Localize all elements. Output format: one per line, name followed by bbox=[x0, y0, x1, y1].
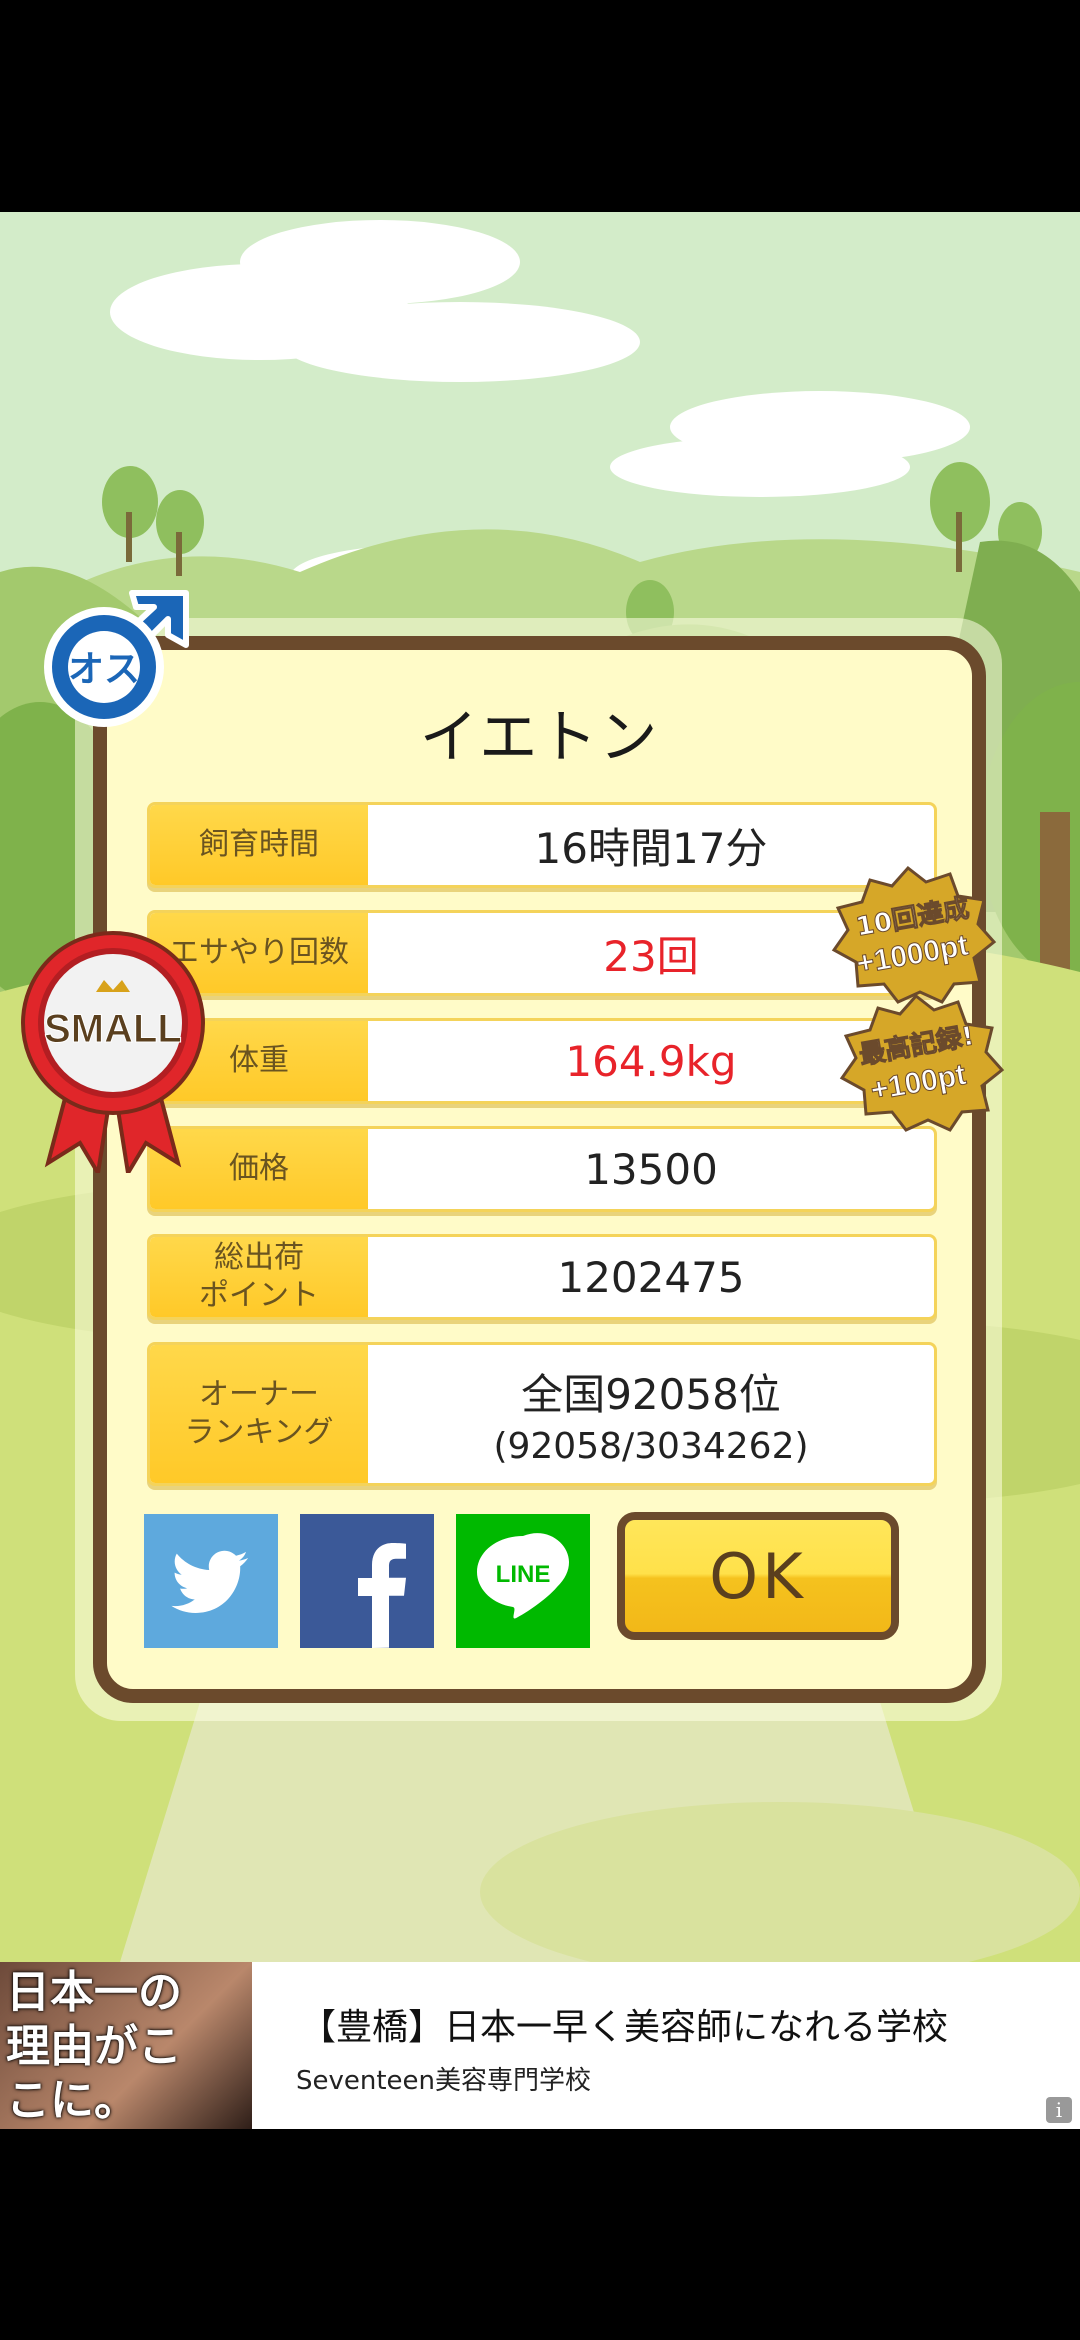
stat-value: 1202475 bbox=[557, 1252, 745, 1302]
pig-name: イエトン bbox=[419, 703, 660, 771]
male-gender-icon: オス bbox=[44, 590, 189, 727]
result-dialog: イエトン 飼育時間 16時間17分 エサやり回数 23回 体重 164.9kg … bbox=[93, 636, 986, 1703]
stat-value: 全国92058位 (92058/3034262) bbox=[368, 1345, 934, 1483]
line-icon: LINE bbox=[456, 1514, 590, 1648]
line-share-button[interactable]: LINE bbox=[456, 1514, 590, 1648]
facebook-icon bbox=[300, 1514, 434, 1648]
svg-text:LINE: LINE bbox=[496, 1561, 551, 1588]
ad-image-text: 日本一の理由がここに。 bbox=[6, 1967, 182, 2126]
stat-row-owner-ranking: オーナー ランキング 全国92058位 (92058/3034262) bbox=[147, 1342, 937, 1486]
record-bonus-badge: 最高記録! +100pt bbox=[839, 993, 1005, 1132]
twitter-icon bbox=[144, 1514, 278, 1648]
ad-info-icon[interactable]: i bbox=[1046, 2097, 1072, 2123]
ad-image: 日本一の理由がここに。 bbox=[0, 1962, 252, 2129]
ok-button[interactable]: OK bbox=[617, 1512, 899, 1640]
size-ribbon-icon: SMALL bbox=[21, 931, 205, 1173]
stat-row-price: 価格 13500 bbox=[147, 1126, 937, 1212]
ad-banner[interactable]: 日本一の理由がここに。 【豊橋】日本一早く美容師になれる学校 Seventeen… bbox=[0, 1962, 1080, 2129]
stat-value: 13500 bbox=[584, 1144, 718, 1194]
feed-bonus-badge: 10回達成 +1000pt bbox=[831, 865, 997, 1004]
ad-headline: 【豊橋】日本一早く美容師になれる学校 bbox=[300, 2007, 949, 2048]
gender-label: オス bbox=[68, 649, 140, 690]
ad-source: Seventeen美容専門学校 bbox=[296, 2066, 592, 2096]
size-badge-label: SMALL bbox=[44, 1007, 182, 1051]
ranking-position: 全国92058位 bbox=[521, 1370, 781, 1419]
stat-label: 総出荷 ポイント bbox=[150, 1237, 368, 1317]
stat-label: 飼育時間 bbox=[150, 805, 368, 885]
stat-row-weight: 体重 164.9kg bbox=[147, 1018, 937, 1104]
twitter-share-button[interactable] bbox=[144, 1514, 278, 1648]
stat-row-shipping-points: 総出荷 ポイント 1202475 bbox=[147, 1234, 937, 1320]
ranking-detail: (92058/3034262) bbox=[493, 1426, 809, 1467]
facebook-share-button[interactable] bbox=[300, 1514, 434, 1648]
ok-label: OK bbox=[709, 1539, 807, 1613]
stat-label: オーナー ランキング bbox=[150, 1345, 368, 1483]
